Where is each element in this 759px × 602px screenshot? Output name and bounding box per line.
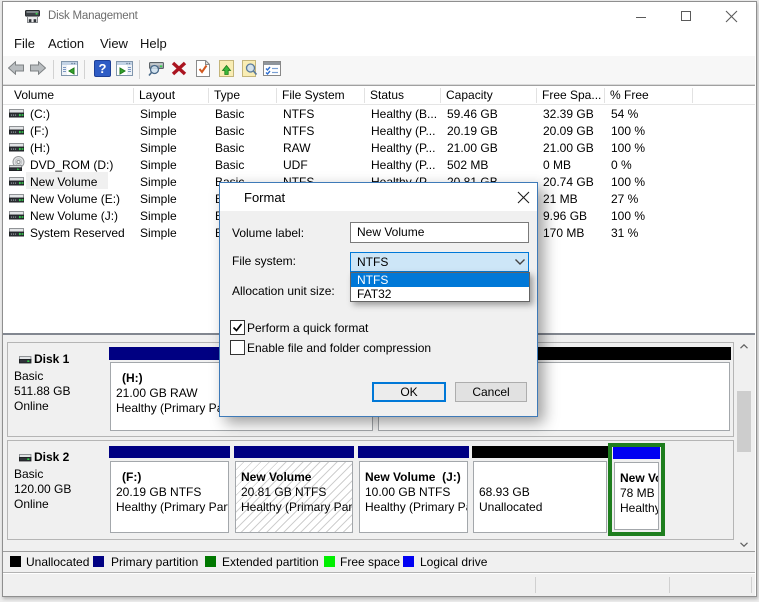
svg-text:?: ?	[99, 61, 107, 76]
